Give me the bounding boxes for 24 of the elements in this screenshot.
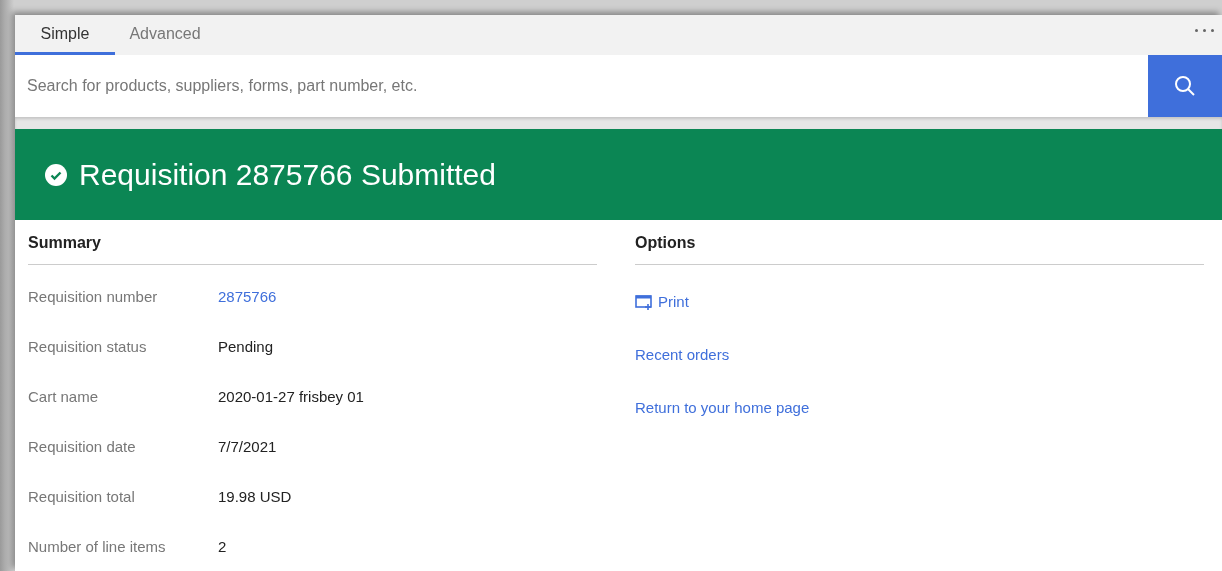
section-heading: Options xyxy=(635,220,1204,265)
option-link[interactable]: Recent orders xyxy=(635,346,730,363)
search-icon xyxy=(1173,73,1197,98)
banner-title: Requisition 2875766 Submitted xyxy=(79,157,496,192)
field-label: Requisition total xyxy=(28,487,136,505)
field-value: Pending xyxy=(218,337,274,355)
field-value: 7/7/2021 xyxy=(218,437,277,455)
tab[interactable]: Advanced xyxy=(115,15,215,56)
field-label: Requisition date xyxy=(28,437,137,455)
field-label: Requisition status xyxy=(28,337,148,355)
more-icon[interactable] xyxy=(1195,29,1214,32)
print-link[interactable]: Print xyxy=(635,293,689,310)
field-value: 2020-01-27 frisbey 01 xyxy=(218,387,364,405)
field-label: Requisition number xyxy=(28,287,159,305)
option-link[interactable]: Return to your home page xyxy=(635,399,810,416)
field-value: 2 xyxy=(218,537,227,555)
section-heading: Summary xyxy=(28,220,597,265)
field-value: 19.98 USD xyxy=(218,487,292,505)
field-label: Cart name xyxy=(28,387,100,405)
window-plus-icon xyxy=(635,293,653,310)
field-label: Number of line items xyxy=(28,537,167,555)
check-circle-icon xyxy=(45,163,67,186)
search-button[interactable] xyxy=(1148,55,1222,117)
requisition-link[interactable]: 2875766 xyxy=(218,287,277,305)
